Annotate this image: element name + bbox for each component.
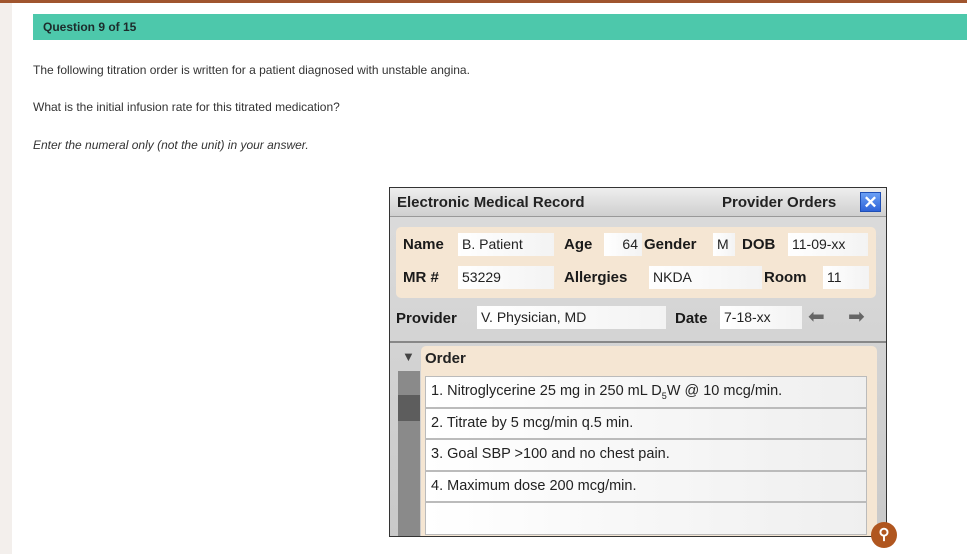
emr-title: Electronic Medical Record [397,194,585,211]
order-item: 4. Maximum dose 200 mcg/min. [425,470,867,502]
question-prompt: What is the initial infusion rate for th… [33,100,340,114]
gender-label: Gender [644,236,697,253]
dob-field: 11-09-xx [788,233,868,256]
order-text: 1. Nitroglycerine 25 mg in 250 mL D [431,383,662,399]
name-label: Name [403,236,444,253]
gender-field: M [713,233,735,256]
emr-window: Electronic Medical Record Provider Order… [389,187,887,537]
name-field: B. Patient [458,233,554,256]
dob-label: DOB [742,236,776,253]
next-arrow-icon[interactable]: ➡ [848,304,865,329]
order-item: 2. Titrate by 5 mcg/min q.5 min. [425,407,867,439]
provider-orders-label: Provider Orders [722,194,837,211]
order-text-cont: W @ 10 mcg/min. [666,383,783,399]
question-text: The following titration order is written… [33,63,470,77]
order-item: 1. Nitroglycerine 25 mg in 250 mL D5W @ … [425,376,867,408]
scrollbar-thumb[interactable] [398,395,420,421]
order-panel: Order 1. Nitroglycerine 25 mg in 250 mL … [421,346,877,536]
left-strip [0,3,12,554]
date-label: Date [675,310,708,327]
age-field: 64 [604,233,642,256]
emr-header: Electronic Medical Record Provider Order… [390,188,886,217]
mr-label: MR # [403,269,439,286]
provider-label: Provider [396,310,457,327]
allergies-field: NKDA [649,266,762,289]
room-label: Room [764,269,807,286]
order-section: ▼ Order 1. Nitroglycerine 25 mg in 250 m… [390,341,886,536]
previous-arrow-icon[interactable]: ⬅ [808,304,825,329]
date-field: 7-18-xx [720,306,802,329]
mr-field: 53229 [458,266,554,289]
provider-row: Provider V. Physician, MD Date 7-18-xx ⬅… [390,301,886,336]
magnify-icon[interactable]: ⚲ [871,522,897,548]
order-item-empty [425,502,867,535]
collapse-triangle-icon[interactable]: ▼ [402,349,415,364]
room-field: 11 [823,266,869,289]
question-header: Question 9 of 15 [33,14,967,40]
order-item: 3. Goal SBP >100 and no chest pain. [425,439,867,471]
order-title: Order [425,350,466,367]
question-instruction: Enter the numeral only (not the unit) in… [33,138,309,152]
age-label: Age [564,236,593,253]
provider-field: V. Physician, MD [477,306,666,329]
allergies-label: Allergies [564,269,628,286]
patient-info: Name B. Patient Age 64 Gender M DOB 11-0… [396,227,876,298]
top-border [0,0,967,3]
order-list: 1. Nitroglycerine 25 mg in 250 mL D5W @ … [425,376,867,535]
close-button[interactable]: ✕ [860,192,881,212]
